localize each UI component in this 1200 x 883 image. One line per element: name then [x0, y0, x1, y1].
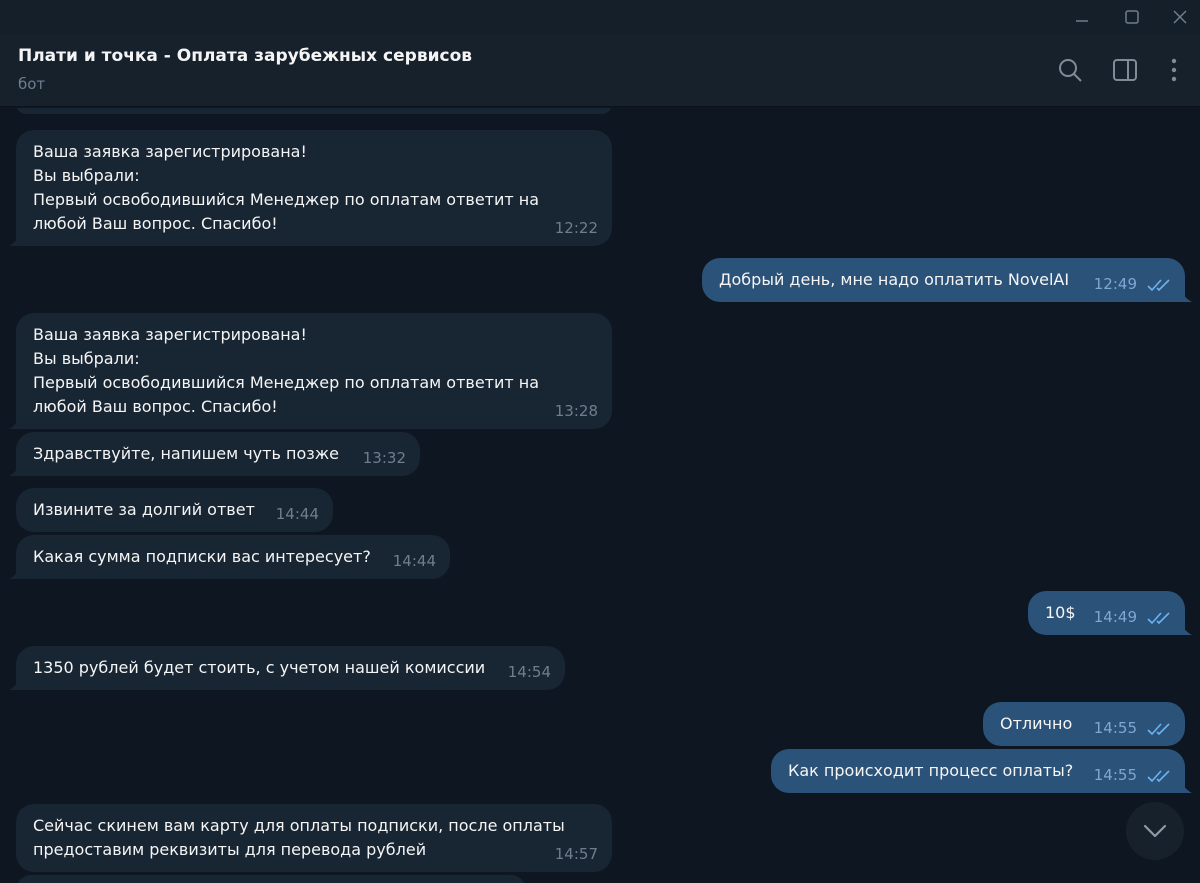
- message-line: Вы выбрали:: [33, 166, 140, 185]
- message-text: Как происходит процесс оплаты?: [788, 761, 1074, 780]
- message-incoming[interactable]: Какая сумма подписки вас интересует? 14:…: [9, 535, 450, 579]
- message-outgoing[interactable]: Отлично 14:55: [983, 702, 1185, 746]
- message-text: Ваша заявка зарегистрирована! Вы выбрали…: [33, 140, 539, 236]
- message-line: Вы выбрали:: [33, 349, 140, 368]
- message-line: любой Ваш вопрос. Спасибо!: [33, 397, 278, 416]
- message-time: 12:49: [1093, 275, 1137, 293]
- sidebar-toggle-button[interactable]: [1110, 55, 1140, 85]
- message-text: Здравствуйте, напишем чуть позже: [33, 444, 339, 463]
- message-incoming[interactable]: Извините за долгий ответ 14:44: [16, 488, 333, 532]
- maximize-button[interactable]: [1112, 0, 1152, 33]
- message-incoming[interactable]: Сейчас скинем вам карту для оплаты подпи…: [16, 804, 612, 872]
- more-menu-button[interactable]: [1159, 55, 1189, 85]
- read-receipt-icon: [1147, 770, 1170, 783]
- bubble-tail: [1180, 288, 1192, 302]
- chat-title[interactable]: Плати и точка - Оплата зарубежных сервис…: [18, 46, 472, 66]
- message-text: Добрый день, мне надо оплатить NovelAI: [719, 270, 1070, 289]
- message-text: Извините за долгий ответ: [33, 500, 255, 519]
- message-outgoing[interactable]: 10$ 14:49: [1028, 591, 1192, 635]
- bubble-tail: [9, 462, 21, 476]
- message-list[interactable]: Ваша заявка зарегистрирована! Вы выбрали…: [0, 108, 1200, 883]
- search-icon: [1059, 59, 1082, 82]
- message-time: 14:44: [392, 552, 436, 570]
- message-text: 1350 рублей будет стоить, с учетом нашей…: [33, 658, 486, 677]
- read-receipt-icon: [1147, 612, 1170, 625]
- message-incoming[interactable]: Здравствуйте, напишем чуть позже 13:32: [9, 432, 420, 476]
- sidebar-toggle-icon: [1113, 59, 1137, 81]
- minimize-icon: [1076, 19, 1088, 22]
- more-vertical-icon: [1171, 58, 1177, 82]
- message-incoming[interactable]: Ваша заявка зарегистрирована! Вы выбрали…: [9, 130, 612, 246]
- window-titlebar: [0, 0, 1200, 33]
- close-button[interactable]: [1160, 0, 1200, 33]
- bubble-tail: [1180, 621, 1192, 635]
- minimize-button[interactable]: [1062, 0, 1102, 33]
- bubble-tail: [9, 232, 21, 246]
- bubble-tail: [9, 676, 21, 690]
- bubble-tail: [1180, 779, 1192, 793]
- message-line: Ваша заявка зарегистрирована!: [33, 142, 307, 161]
- chat-subtitle: бот: [18, 75, 46, 93]
- chevron-down-icon: [1143, 824, 1167, 838]
- message-time: 14:55: [1093, 719, 1137, 737]
- message-time: 14:49: [1093, 608, 1137, 626]
- message-time: 14:57: [554, 845, 598, 863]
- message-time: 13:28: [554, 402, 598, 420]
- message-incoming[interactable]: Ваша заявка зарегистрирована! Вы выбрали…: [9, 313, 612, 429]
- message-text: Сейчас скинем вам карту для оплаты подпи…: [33, 814, 565, 862]
- read-receipt-icon: [1147, 279, 1170, 292]
- bubble-tail: [9, 415, 21, 429]
- message-outgoing[interactable]: Добрый день, мне надо оплатить NovelAI 1…: [702, 258, 1192, 302]
- message-text: Ваша заявка зарегистрирована! Вы выбрали…: [33, 323, 539, 419]
- message-line: Первый освободившийся Менеджер по оплата…: [33, 190, 540, 209]
- message-time: 14:55: [1093, 766, 1137, 784]
- message-time: 13:32: [362, 449, 406, 467]
- message-line: предоставим реквизиты для перевода рубле…: [33, 840, 427, 859]
- message-time: 14:54: [507, 663, 551, 681]
- chat-header: Плати и точка - Оплата зарубежных сервис…: [0, 33, 1200, 107]
- search-button[interactable]: [1055, 55, 1085, 85]
- message-incoming[interactable]: 1350 рублей будет стоить, с учетом нашей…: [9, 646, 565, 690]
- message-line: Ваша заявка зарегистрирована!: [33, 325, 307, 344]
- message-outgoing[interactable]: Как происходит процесс оплаты? 14:55: [771, 749, 1192, 793]
- message-text: Отлично: [1000, 714, 1073, 733]
- message-line: любой Ваш вопрос. Спасибо!: [33, 214, 278, 233]
- message-time: 12:22: [554, 219, 598, 237]
- message-bubble-partial: [16, 875, 526, 883]
- close-icon: [1173, 9, 1187, 24]
- message-time: 14:44: [275, 505, 319, 523]
- read-receipt-icon: [1147, 723, 1170, 736]
- bubble-tail: [9, 565, 21, 579]
- maximize-icon: [1125, 9, 1139, 24]
- message-line: Сейчас скинем вам карту для оплаты подпи…: [33, 816, 565, 835]
- message-line: Первый освободившийся Менеджер по оплата…: [33, 373, 540, 392]
- message-text: Какая сумма подписки вас интересует?: [33, 547, 371, 566]
- scroll-to-bottom-button[interactable]: [1126, 802, 1184, 860]
- message-text: 10$: [1045, 603, 1076, 622]
- message-bubble-partial: [16, 108, 612, 114]
